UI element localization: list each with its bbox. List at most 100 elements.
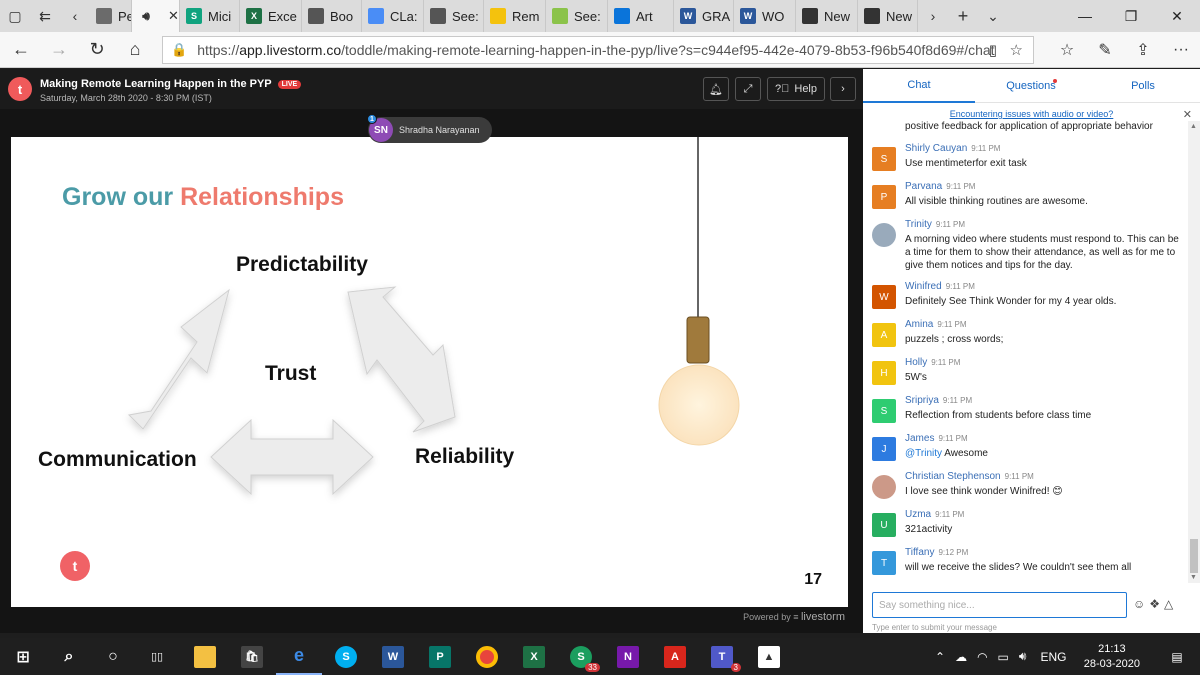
wifi-icon[interactable]: ◠ — [977, 650, 987, 664]
fullscreen-button[interactable]: ⤢ — [735, 77, 761, 101]
tab-polls[interactable]: Polls — [1087, 69, 1199, 103]
browser-tab[interactable]: New — [796, 0, 858, 32]
powered-by-text: Powered by — [743, 612, 791, 622]
volume-icon[interactable]: 🔊︎ — [1019, 649, 1027, 664]
acrobat-app[interactable]: A — [652, 638, 698, 675]
browser-tab[interactable]: Art — [608, 0, 674, 32]
browser-tab-label: New — [886, 8, 913, 24]
tab-list-icon[interactable]: ⌄ — [978, 0, 1008, 32]
task-view-button[interactable]: ▯▯ — [134, 638, 180, 675]
avatar-initial: P — [880, 191, 888, 203]
file-explorer-app[interactable] — [182, 638, 228, 675]
live-badge: LIVE — [277, 79, 302, 89]
minimize-icon[interactable]: — — [1062, 0, 1108, 32]
scroll-thumb[interactable] — [1190, 539, 1198, 573]
new-tab-icon[interactable]: + — [948, 0, 978, 32]
tab-questions[interactable]: Questions — [975, 69, 1087, 103]
battery-icon[interactable]: ▭ — [998, 650, 1009, 664]
set-aside-tabs-icon[interactable]: ⇇ — [30, 0, 60, 32]
cortana-button[interactable]: ○ — [90, 638, 136, 675]
start-button[interactable]: ⊞ — [0, 638, 46, 675]
cortana-icon: ○ — [108, 647, 118, 665]
skype-app[interactable]: S — [323, 638, 369, 675]
scroll-up-icon[interactable]: ▲ — [1190, 123, 1197, 130]
help-button[interactable]: ?⃝ Help — [767, 77, 825, 101]
browser-tab[interactable]: Boo — [302, 0, 362, 32]
emoji-icon[interactable]: ☺ — [1133, 597, 1145, 611]
close-window-icon[interactable]: ✕ — [1154, 0, 1200, 32]
browser-tab[interactable]: New — [858, 0, 918, 32]
scroll-tabs-left-icon[interactable]: ‹ — [60, 0, 90, 32]
store-app[interactable]: 🛍 — [229, 638, 275, 675]
browser-tab[interactable]: Peo — [90, 0, 132, 32]
message-header: Parvana 9:11 PM — [905, 181, 975, 192]
tab-actions-icon[interactable]: ▢ — [0, 0, 30, 32]
message-mention[interactable]: @Trinity — [905, 448, 942, 459]
publisher-app[interactable]: P — [417, 638, 463, 675]
onenote-app[interactable]: N — [605, 638, 651, 675]
tab-chat[interactable]: Chat — [863, 69, 975, 103]
message-body: All visible thinking routines are awesom… — [905, 196, 1088, 207]
lock-icon[interactable]: 🔒 — [171, 42, 187, 58]
notifications-button[interactable]: 🔔︎ — [703, 77, 729, 101]
system-tray: ⌃ ☁ ◠ ▭ 🔊︎ ENG — [935, 638, 1066, 675]
teams-app[interactable]: T3 — [699, 638, 745, 675]
message-body: 5W's — [905, 372, 927, 383]
skype-business-app[interactable]: S 33 — [558, 638, 604, 675]
clock[interactable]: 21:13 28-03-2020 — [1084, 642, 1140, 672]
word-app[interactable]: W — [370, 638, 416, 675]
folder-icon — [194, 645, 216, 668]
scroll-tabs-right-icon[interactable]: › — [918, 0, 948, 32]
show-hidden-icons[interactable]: ⌃ — [935, 650, 945, 664]
back-icon[interactable]: ← — [2, 32, 40, 68]
excel-app[interactable]: X — [511, 638, 557, 675]
browser-tab[interactable]: W GRA — [674, 0, 734, 32]
browser-tab[interactable]: W WO — [734, 0, 796, 32]
collapse-panel-button[interactable]: › — [830, 77, 856, 101]
search-button[interactable]: ⌕ — [46, 638, 92, 675]
chat-input[interactable]: Say something nice... — [872, 592, 1127, 618]
message-avatar: H — [872, 361, 896, 385]
restore-icon[interactable]: ❐ — [1108, 0, 1154, 32]
chat-scrollbar[interactable]: ▲ ▼ — [1188, 121, 1200, 583]
message-time: 9:11 PM — [935, 510, 965, 519]
close-tab-icon[interactable]: ✕ — [168, 8, 179, 24]
scroll-down-icon[interactable]: ▼ — [1190, 574, 1197, 581]
browser-tab[interactable]: See: — [546, 0, 608, 32]
dropbox-icon[interactable]: ❖ — [1149, 597, 1160, 611]
browser-tab[interactable]: 🔊︎ ✕ — [132, 0, 180, 32]
browser-tab[interactable]: X Exce — [240, 0, 302, 32]
skype-business-icon: S 33 — [570, 645, 600, 672]
message-avatar — [872, 223, 896, 247]
browser-tab[interactable]: Rem — [484, 0, 546, 32]
browser-tab[interactable]: CLa: — [362, 0, 424, 32]
message-avatar: W — [872, 285, 896, 309]
skype-icon: S — [335, 645, 357, 668]
chrome-app[interactable] — [464, 638, 510, 675]
home-icon[interactable]: ⌂ — [116, 32, 154, 68]
taskbar: ⊞ ⌕ ○ ▯▯ 🛍 e S W P X S 33 N A T3 ▲ ⌃ ☁ ◠… — [0, 638, 1200, 675]
message-body: Awesome — [944, 448, 988, 459]
close-icon[interactable]: ✕ — [1183, 108, 1192, 121]
favorites-icon[interactable]: ☆ — [1048, 32, 1086, 68]
edge-app[interactable]: e — [276, 638, 322, 675]
pen-icon[interactable]: ✎ — [1086, 32, 1124, 68]
refresh-icon[interactable]: ↻ — [78, 32, 116, 68]
drive-icon[interactable]: △ — [1164, 597, 1173, 611]
onedrive-icon[interactable]: ☁ — [955, 650, 967, 664]
reading-view-icon[interactable]: ▯ — [989, 41, 997, 59]
message-body: positive feedback for application of app… — [905, 121, 1153, 132]
forward-icon[interactable]: → — [40, 32, 78, 68]
notifications-center[interactable]: ▤ — [1154, 638, 1200, 675]
message-author: Sripriya — [905, 395, 939, 406]
av-issues-link[interactable]: Encountering issues with audio or video? — [863, 109, 1200, 119]
share-icon[interactable]: ⇪ — [1124, 32, 1162, 68]
powered-by[interactable]: Powered by ≡ livestorm — [743, 611, 845, 623]
favorite-star-icon[interactable]: ☆ — [1010, 41, 1023, 59]
browser-tab[interactable]: See: — [424, 0, 484, 32]
browser-tab[interactable]: S Mici — [180, 0, 240, 32]
photos-app[interactable]: ▲ — [746, 638, 792, 675]
url-field[interactable]: 🔒 https:// app.livestorm.co /toddle/maki… — [162, 36, 1034, 64]
language-indicator[interactable]: ENG — [1040, 650, 1066, 664]
more-icon[interactable]: ··· — [1162, 32, 1200, 68]
